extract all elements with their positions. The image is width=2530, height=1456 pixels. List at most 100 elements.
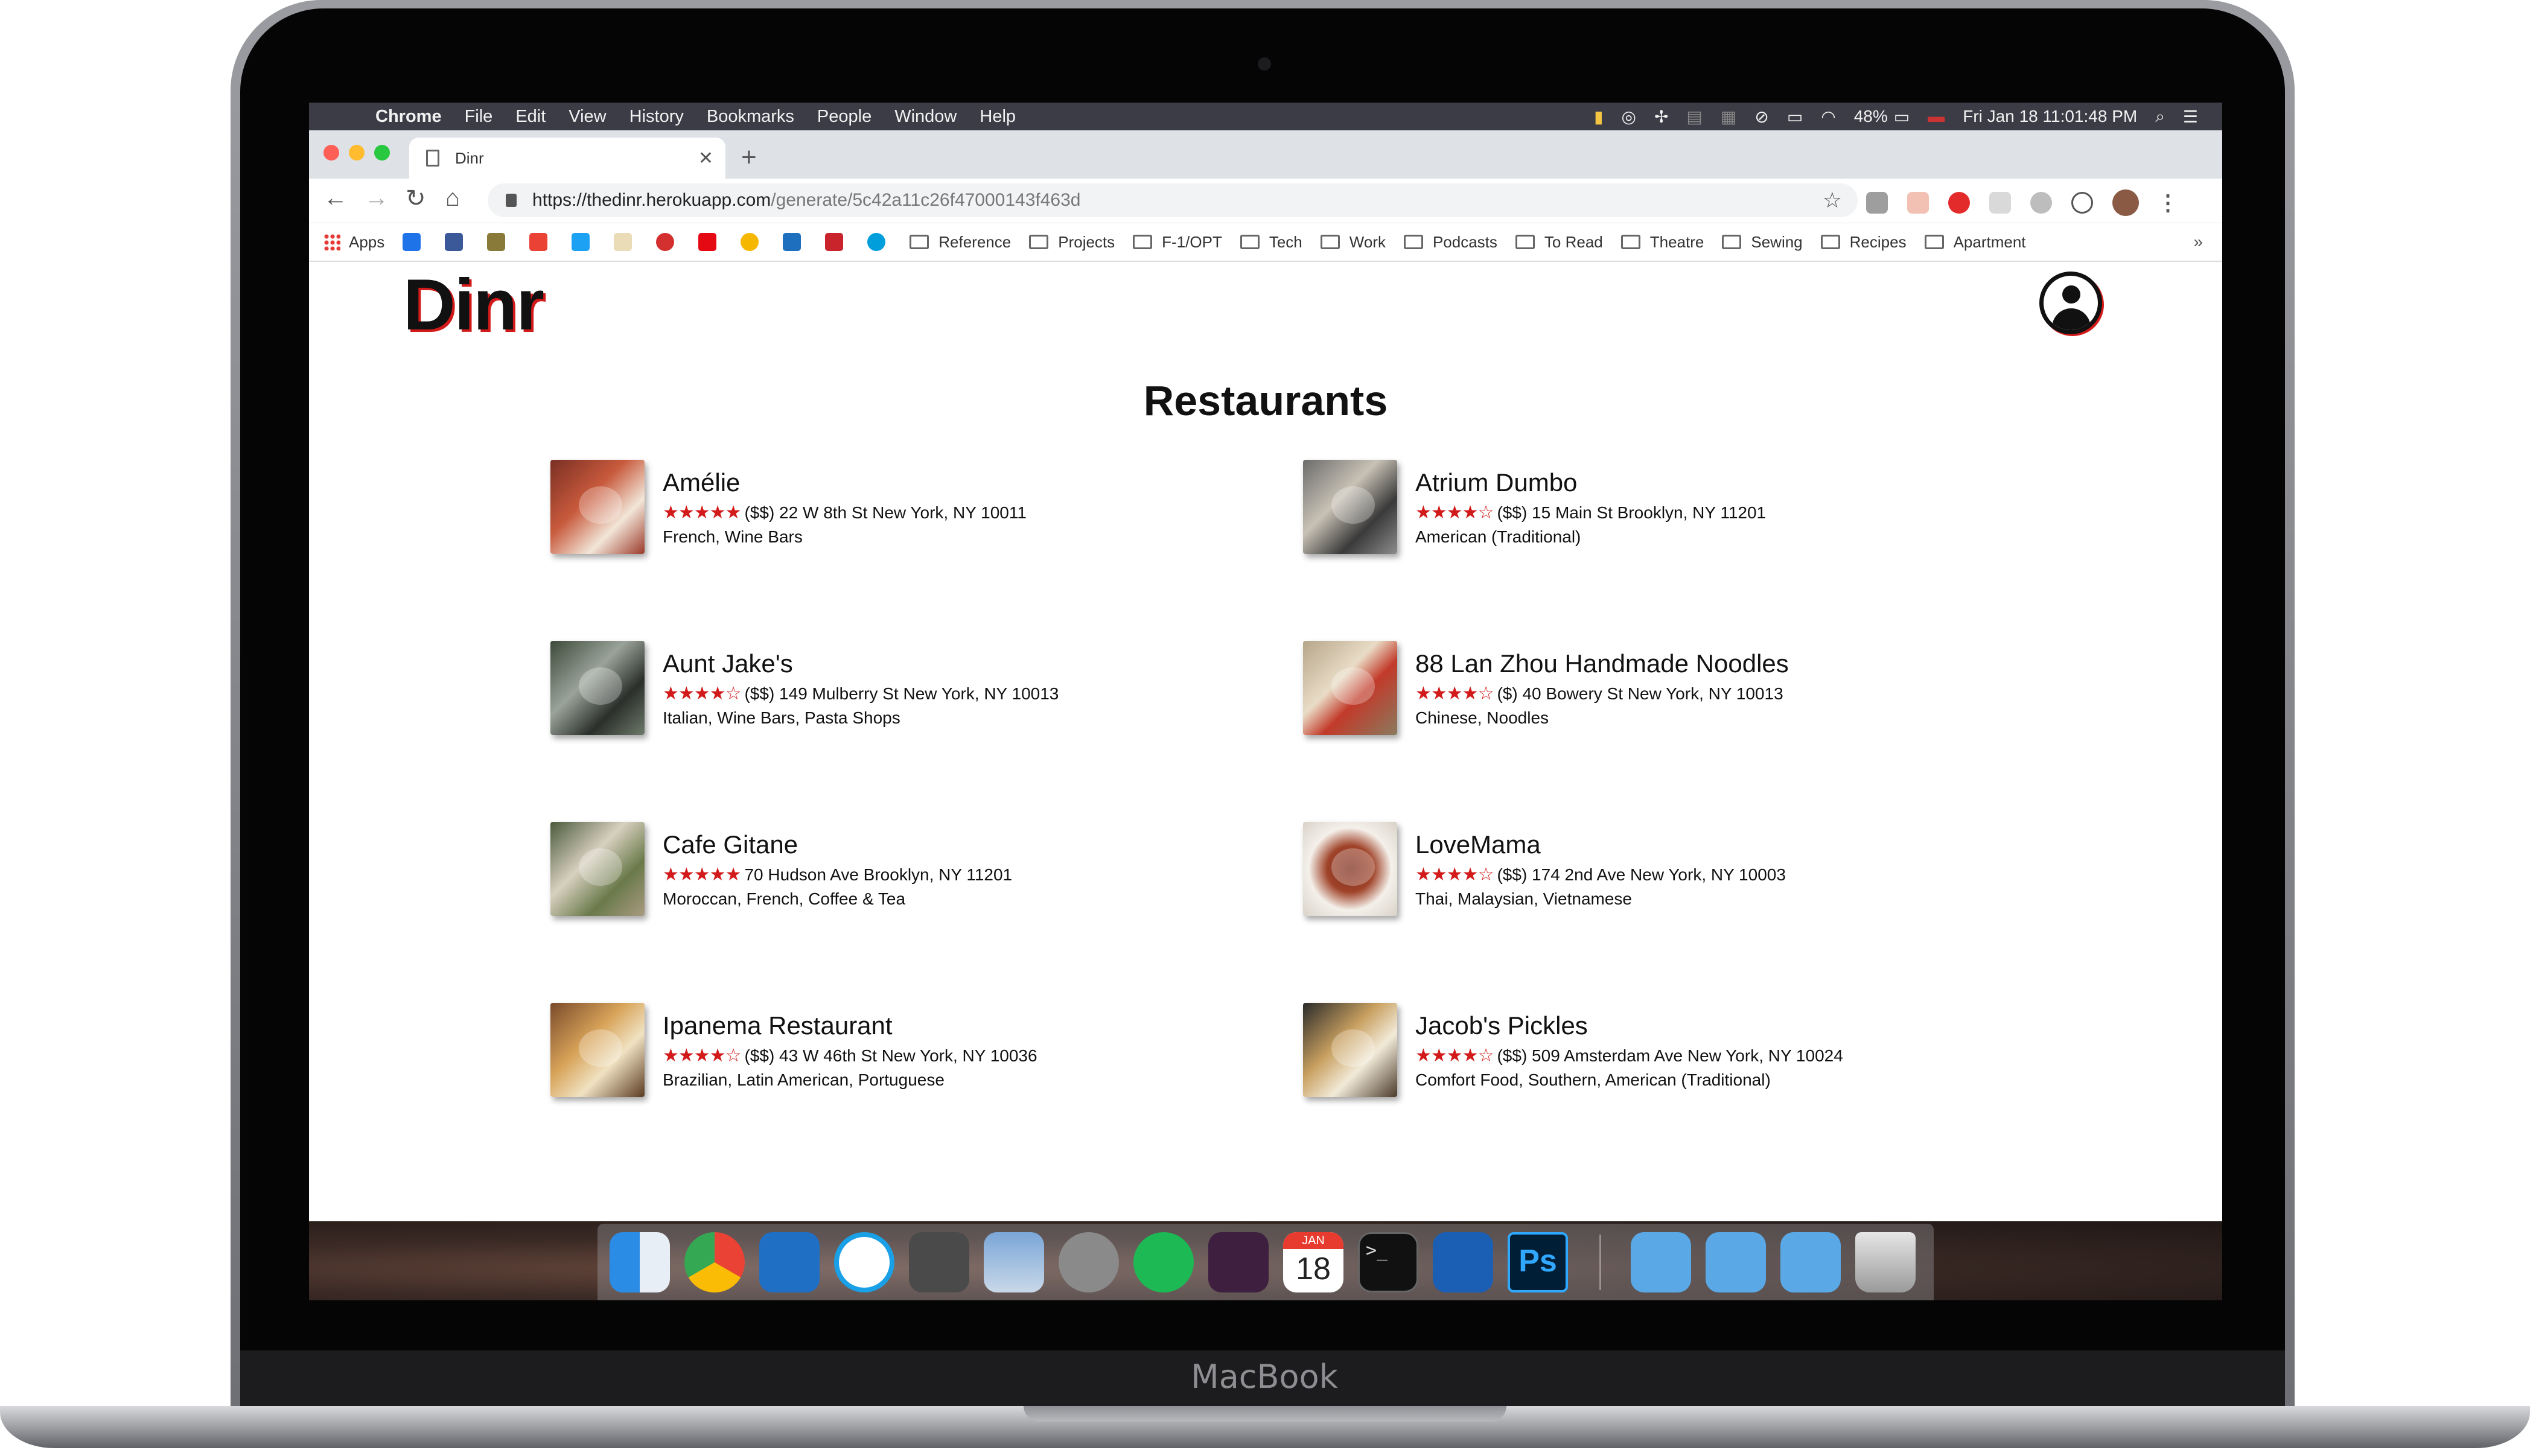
restaurant-name[interactable]: Aunt Jake's: [663, 649, 793, 678]
shield-bookmark-icon[interactable]: [487, 233, 506, 251]
menu-view[interactable]: View: [569, 107, 606, 127]
zoom-window-button[interactable]: [374, 145, 390, 161]
yellow-bookmark-icon[interactable]: [741, 233, 759, 251]
red-bookmark-icon[interactable]: [656, 233, 675, 251]
close-window-button[interactable]: [323, 145, 339, 161]
netflix-bookmark-icon[interactable]: [698, 233, 717, 251]
menu-kebab-icon[interactable]: ⋮: [2157, 190, 2179, 215]
outlook-icon[interactable]: [759, 1232, 820, 1292]
restaurant-photo[interactable]: [550, 822, 645, 916]
signpost-icon[interactable]: ✢: [1654, 107, 1668, 127]
terminal-icon[interactable]: >_: [1358, 1232, 1418, 1292]
restaurant-name[interactable]: Atrium Dumbo: [1415, 468, 1577, 497]
restaurant-name[interactable]: Jacob's Pickles: [1415, 1011, 1588, 1040]
restaurant-name[interactable]: 88 Lan Zhou Handmade Noodles: [1415, 649, 1789, 678]
menu-people[interactable]: People: [817, 107, 871, 127]
photoshop-icon[interactable]: Ps: [1508, 1232, 1568, 1292]
do-not-disturb-icon[interactable]: ⊘: [1754, 107, 1768, 127]
notification-center-icon[interactable]: ☰: [2183, 107, 2198, 127]
spotlight-search-icon[interactable]: ⌕: [2155, 107, 2165, 127]
clock[interactable]: Fri Jan 18 11:01:48 PM: [1963, 107, 2137, 126]
menu-file[interactable]: File: [465, 107, 493, 127]
bookmark-folder-f1-opt[interactable]: F-1/OPT: [1133, 233, 1222, 252]
user-account-icon[interactable]: [2039, 272, 2102, 334]
restaurant-photo[interactable]: [1303, 1003, 1397, 1097]
finder-icon[interactable]: [610, 1232, 670, 1292]
restaurant-photo[interactable]: [1303, 822, 1397, 916]
preview-icon[interactable]: [984, 1232, 1044, 1292]
bookmark-folder-reference[interactable]: Reference: [910, 233, 1011, 252]
restaurant-card[interactable]: Aunt Jake's ★★★★☆ ($$) 149 Mulberry St Ne…: [550, 641, 1251, 743]
facebook-bookmark-icon[interactable]: [445, 233, 464, 251]
creative-cloud-icon[interactable]: ◎: [1622, 107, 1636, 127]
menu-edit[interactable]: Edit: [515, 107, 546, 127]
chrome-icon[interactable]: [684, 1232, 745, 1292]
restaurant-card[interactable]: Jacob's Pickles ★★★★☆ ($$) 509 Amsterdam …: [1303, 1003, 2003, 1105]
new-tab-button[interactable]: +: [741, 142, 757, 173]
restaurant-name[interactable]: Amélie: [663, 468, 740, 497]
printer-icon[interactable]: ▦: [1721, 107, 1736, 127]
restaurant-card[interactable]: Cafe Gitane ★★★★★ 70 Hudson Ave Brooklyn,…: [550, 822, 1251, 924]
battery-percent[interactable]: 48%: [1854, 107, 1888, 126]
medium-bookmark-icon[interactable]: [783, 233, 801, 251]
bookmark-folder-podcasts[interactable]: Podcasts: [1403, 233, 1497, 252]
lock-icon[interactable]: [506, 194, 517, 207]
restaurant-card[interactable]: 88 Lan Zhou Handmade Noodles ★★★★☆ ($) 40…: [1303, 641, 2003, 743]
menu-chrome[interactable]: Chrome: [375, 107, 442, 127]
address-bar[interactable]: https://thedinr.herokuapp.com /generate/…: [488, 183, 1858, 217]
restaurant-photo[interactable]: [1303, 641, 1397, 735]
menu-help[interactable]: Help: [980, 107, 1016, 127]
documents-folder-icon[interactable]: [1706, 1232, 1766, 1292]
applications-folder-icon[interactable]: [1631, 1232, 1691, 1292]
opera-extension-icon[interactable]: [1948, 192, 1970, 214]
restaurant-photo[interactable]: [550, 1003, 645, 1097]
bookmark-folder-tech[interactable]: Tech: [1240, 233, 1302, 252]
restaurant-name[interactable]: Cafe Gitane: [663, 830, 798, 859]
slack-icon[interactable]: [1208, 1232, 1269, 1292]
printer-icon[interactable]: ▤: [1686, 107, 1702, 127]
download-bookmark-icon[interactable]: [403, 233, 421, 251]
sublime-text-icon[interactable]: [909, 1232, 969, 1292]
att-bookmark-icon[interactable]: [867, 233, 886, 251]
extension-icon[interactable]: [1989, 192, 2011, 214]
restaurant-card[interactable]: Atrium Dumbo ★★★★☆ ($$) 15 Main St Brookl…: [1303, 460, 2003, 562]
tab-dinr[interactable]: Dinr ✕: [409, 138, 725, 179]
bookmark-folder-work[interactable]: Work: [1320, 233, 1386, 252]
extension-icon[interactable]: [2071, 192, 2093, 214]
extension-icon[interactable]: [2030, 192, 2052, 214]
restaurant-photo[interactable]: [550, 460, 645, 554]
bookmark-star-icon[interactable]: ☆: [1823, 188, 1842, 213]
bookmark-folder-projects[interactable]: Projects: [1029, 233, 1115, 252]
minimize-window-button[interactable]: [349, 145, 365, 161]
spotify-icon[interactable]: [1133, 1232, 1194, 1292]
bookmark-folder-sewing[interactable]: Sewing: [1722, 233, 1803, 252]
bookmark-folder-recipes[interactable]: Recipes: [1820, 233, 1907, 252]
bookmark-folder-apartment[interactable]: Apartment: [1924, 233, 2026, 252]
avatar[interactable]: [2112, 189, 2139, 216]
menu-history[interactable]: History: [629, 107, 684, 127]
lastfm-bookmark-icon[interactable]: [825, 233, 844, 251]
calendar-icon[interactable]: JAN 18: [1283, 1232, 1343, 1292]
restaurant-photo[interactable]: [1303, 460, 1397, 554]
menu-bookmarks[interactable]: Bookmarks: [707, 107, 794, 127]
bookmark-folder-theatre[interactable]: Theatre: [1620, 233, 1704, 252]
gmail-bookmark-icon[interactable]: [529, 233, 548, 251]
bookmark-apps[interactable]: Apps: [323, 233, 384, 252]
flag-icon[interactable]: ▬: [1928, 107, 1945, 126]
restaurant-card[interactable]: LoveMama ★★★★☆ ($$) 174 2nd Ave New York,…: [1303, 822, 2003, 924]
calendar-extension-icon[interactable]: [1907, 192, 1929, 214]
battery-icon[interactable]: ▭: [1894, 107, 1910, 127]
forward-arrow-icon[interactable]: →: [365, 185, 389, 212]
restaurant-card[interactable]: Ipanema Restaurant ★★★★☆ ($$) 43 W 46th S…: [550, 1003, 1251, 1105]
back-arrow-icon[interactable]: ←: [323, 185, 348, 212]
wifi-icon[interactable]: ◠: [1821, 107, 1835, 127]
restaurant-photo[interactable]: [550, 641, 645, 735]
system-preferences-icon[interactable]: [1059, 1232, 1119, 1292]
downloads-folder-icon[interactable]: [1780, 1232, 1841, 1292]
restaurant-card[interactable]: Amélie ★★★★★ ($$) 22 W 8th St New York, N…: [550, 460, 1251, 562]
bookmark-folder-to-read[interactable]: To Read: [1515, 233, 1603, 252]
more-bookmarks-chevron-icon[interactable]: »: [2193, 232, 2203, 252]
home-icon[interactable]: ⌂: [445, 185, 460, 212]
airplay-icon[interactable]: ▭: [1787, 107, 1803, 127]
vscode-icon[interactable]: [1433, 1232, 1493, 1292]
